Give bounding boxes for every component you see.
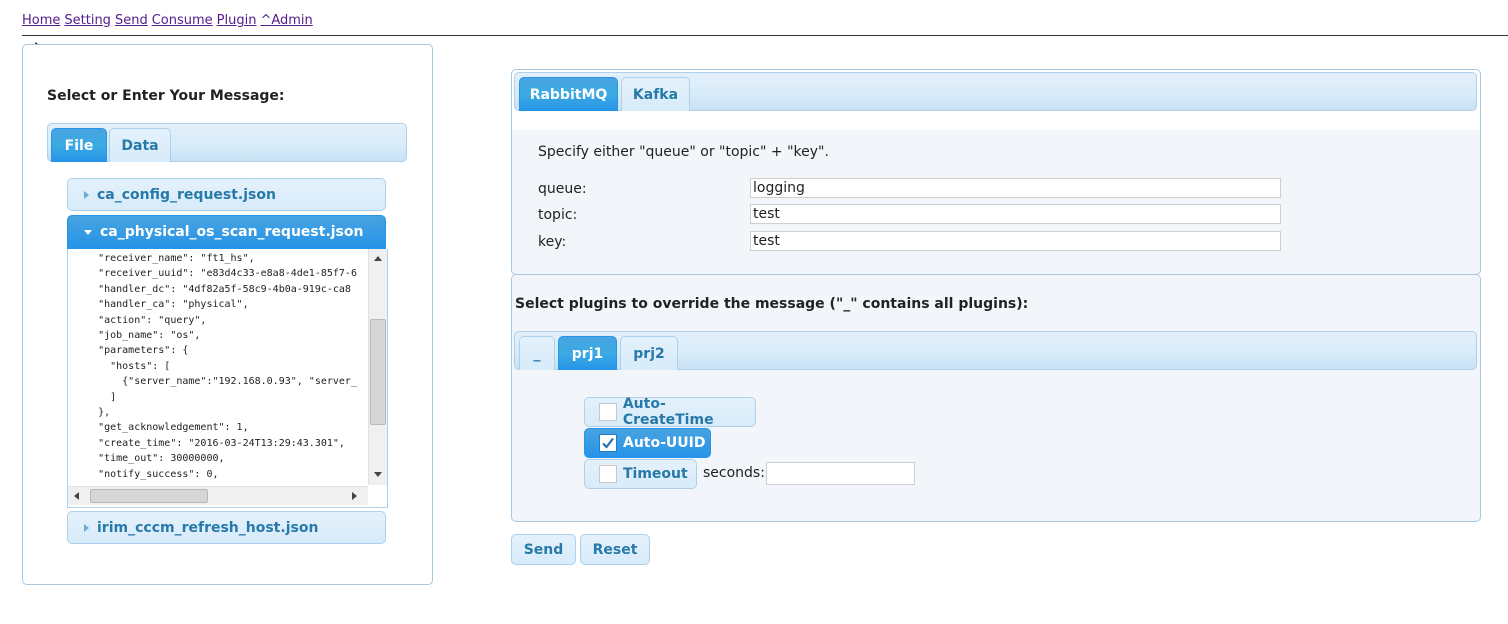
file-item-label: ca_config_request.json (97, 186, 276, 203)
nav-consume-link[interactable]: Consume (152, 13, 213, 28)
timeout-toggle[interactable]: Timeout (584, 459, 697, 489)
tab-kafka[interactable]: Kafka (621, 77, 690, 111)
tab-prj1[interactable]: prj1 (558, 336, 617, 370)
auto-createtime-toggle[interactable]: Auto-CreateTime (584, 396, 756, 428)
key-input[interactable] (750, 231, 1281, 251)
chevron-right-icon (84, 523, 89, 532)
scroll-down-arrow-icon[interactable] (374, 472, 382, 477)
scroll-right-arrow-icon[interactable] (352, 492, 357, 500)
tab-data[interactable]: Data (109, 128, 171, 162)
message-editor[interactable]: "receiver_name": "ft1_hs", "receiver_uui… (67, 249, 388, 508)
timeout-label: Timeout (623, 466, 688, 482)
vertical-scroll-thumb[interactable] (370, 319, 386, 425)
checkmark-icon (602, 437, 614, 449)
checkbox[interactable] (599, 465, 617, 483)
scroll-up-arrow-icon[interactable] (374, 256, 382, 261)
chevron-right-icon (84, 190, 89, 199)
tab-prj2[interactable]: prj2 (620, 336, 678, 370)
tab-all-plugins[interactable]: _ (519, 336, 555, 370)
nav-plugin-link[interactable]: Plugin (217, 13, 257, 28)
transport-instruction: Specify either "queue" or "topic" + "key… (538, 144, 829, 160)
topic-label: topic: (538, 207, 578, 223)
chevron-down-icon (84, 229, 92, 235)
seconds-input[interactable] (766, 462, 915, 485)
nav-home-link[interactable]: Home (22, 13, 60, 28)
checkbox[interactable] (599, 434, 617, 452)
horizontal-scroll-thumb[interactable] (90, 489, 208, 503)
key-label: key: (538, 234, 567, 250)
vertical-scrollbar[interactable] (368, 249, 387, 485)
scroll-left-arrow-icon[interactable] (74, 492, 79, 500)
topic-input[interactable] (750, 204, 1281, 224)
message-code-text[interactable]: "receiver_name": "ft1_hs", "receiver_uui… (68, 251, 368, 487)
horizontal-scrollbar[interactable] (68, 486, 368, 505)
nav-admin-link[interactable]: ^Admin (260, 13, 312, 28)
plugins-title: Select plugins to override the message (… (515, 296, 1029, 312)
message-panel-title: Select or Enter Your Message: (47, 88, 285, 104)
tab-rabbitmq[interactable]: RabbitMQ (519, 77, 618, 111)
reset-button[interactable]: Reset (580, 534, 650, 565)
file-item-label: irim_cccm_refresh_host.json (97, 519, 319, 536)
tab-file[interactable]: File (51, 128, 107, 162)
file-item-irim-cccm-refresh-host[interactable]: irim_cccm_refresh_host.json (67, 511, 386, 544)
seconds-label: seconds: (703, 465, 765, 481)
checkbox[interactable] (599, 403, 617, 421)
auto-uuid-label: Auto-UUID (623, 435, 706, 451)
queue-input[interactable] (750, 178, 1281, 198)
auto-uuid-toggle[interactable]: Auto-UUID (584, 428, 711, 458)
file-item-label: ca_physical_os_scan_request.json (100, 224, 364, 240)
nav-setting-link[interactable]: Setting (64, 13, 111, 28)
top-nav: Home Setting Send Consume Plugin ^Admin (22, 13, 317, 31)
queue-label: queue: (538, 181, 587, 197)
nav-send-link[interactable]: Send (115, 13, 148, 28)
nav-divider (22, 35, 1508, 36)
send-button[interactable]: Send (511, 534, 576, 565)
file-item-ca-config-request[interactable]: ca_config_request.json (67, 178, 386, 211)
file-item-ca-physical-os-scan-request[interactable]: ca_physical_os_scan_request.json (67, 215, 386, 249)
auto-createtime-label: Auto-CreateTime (622, 396, 714, 428)
